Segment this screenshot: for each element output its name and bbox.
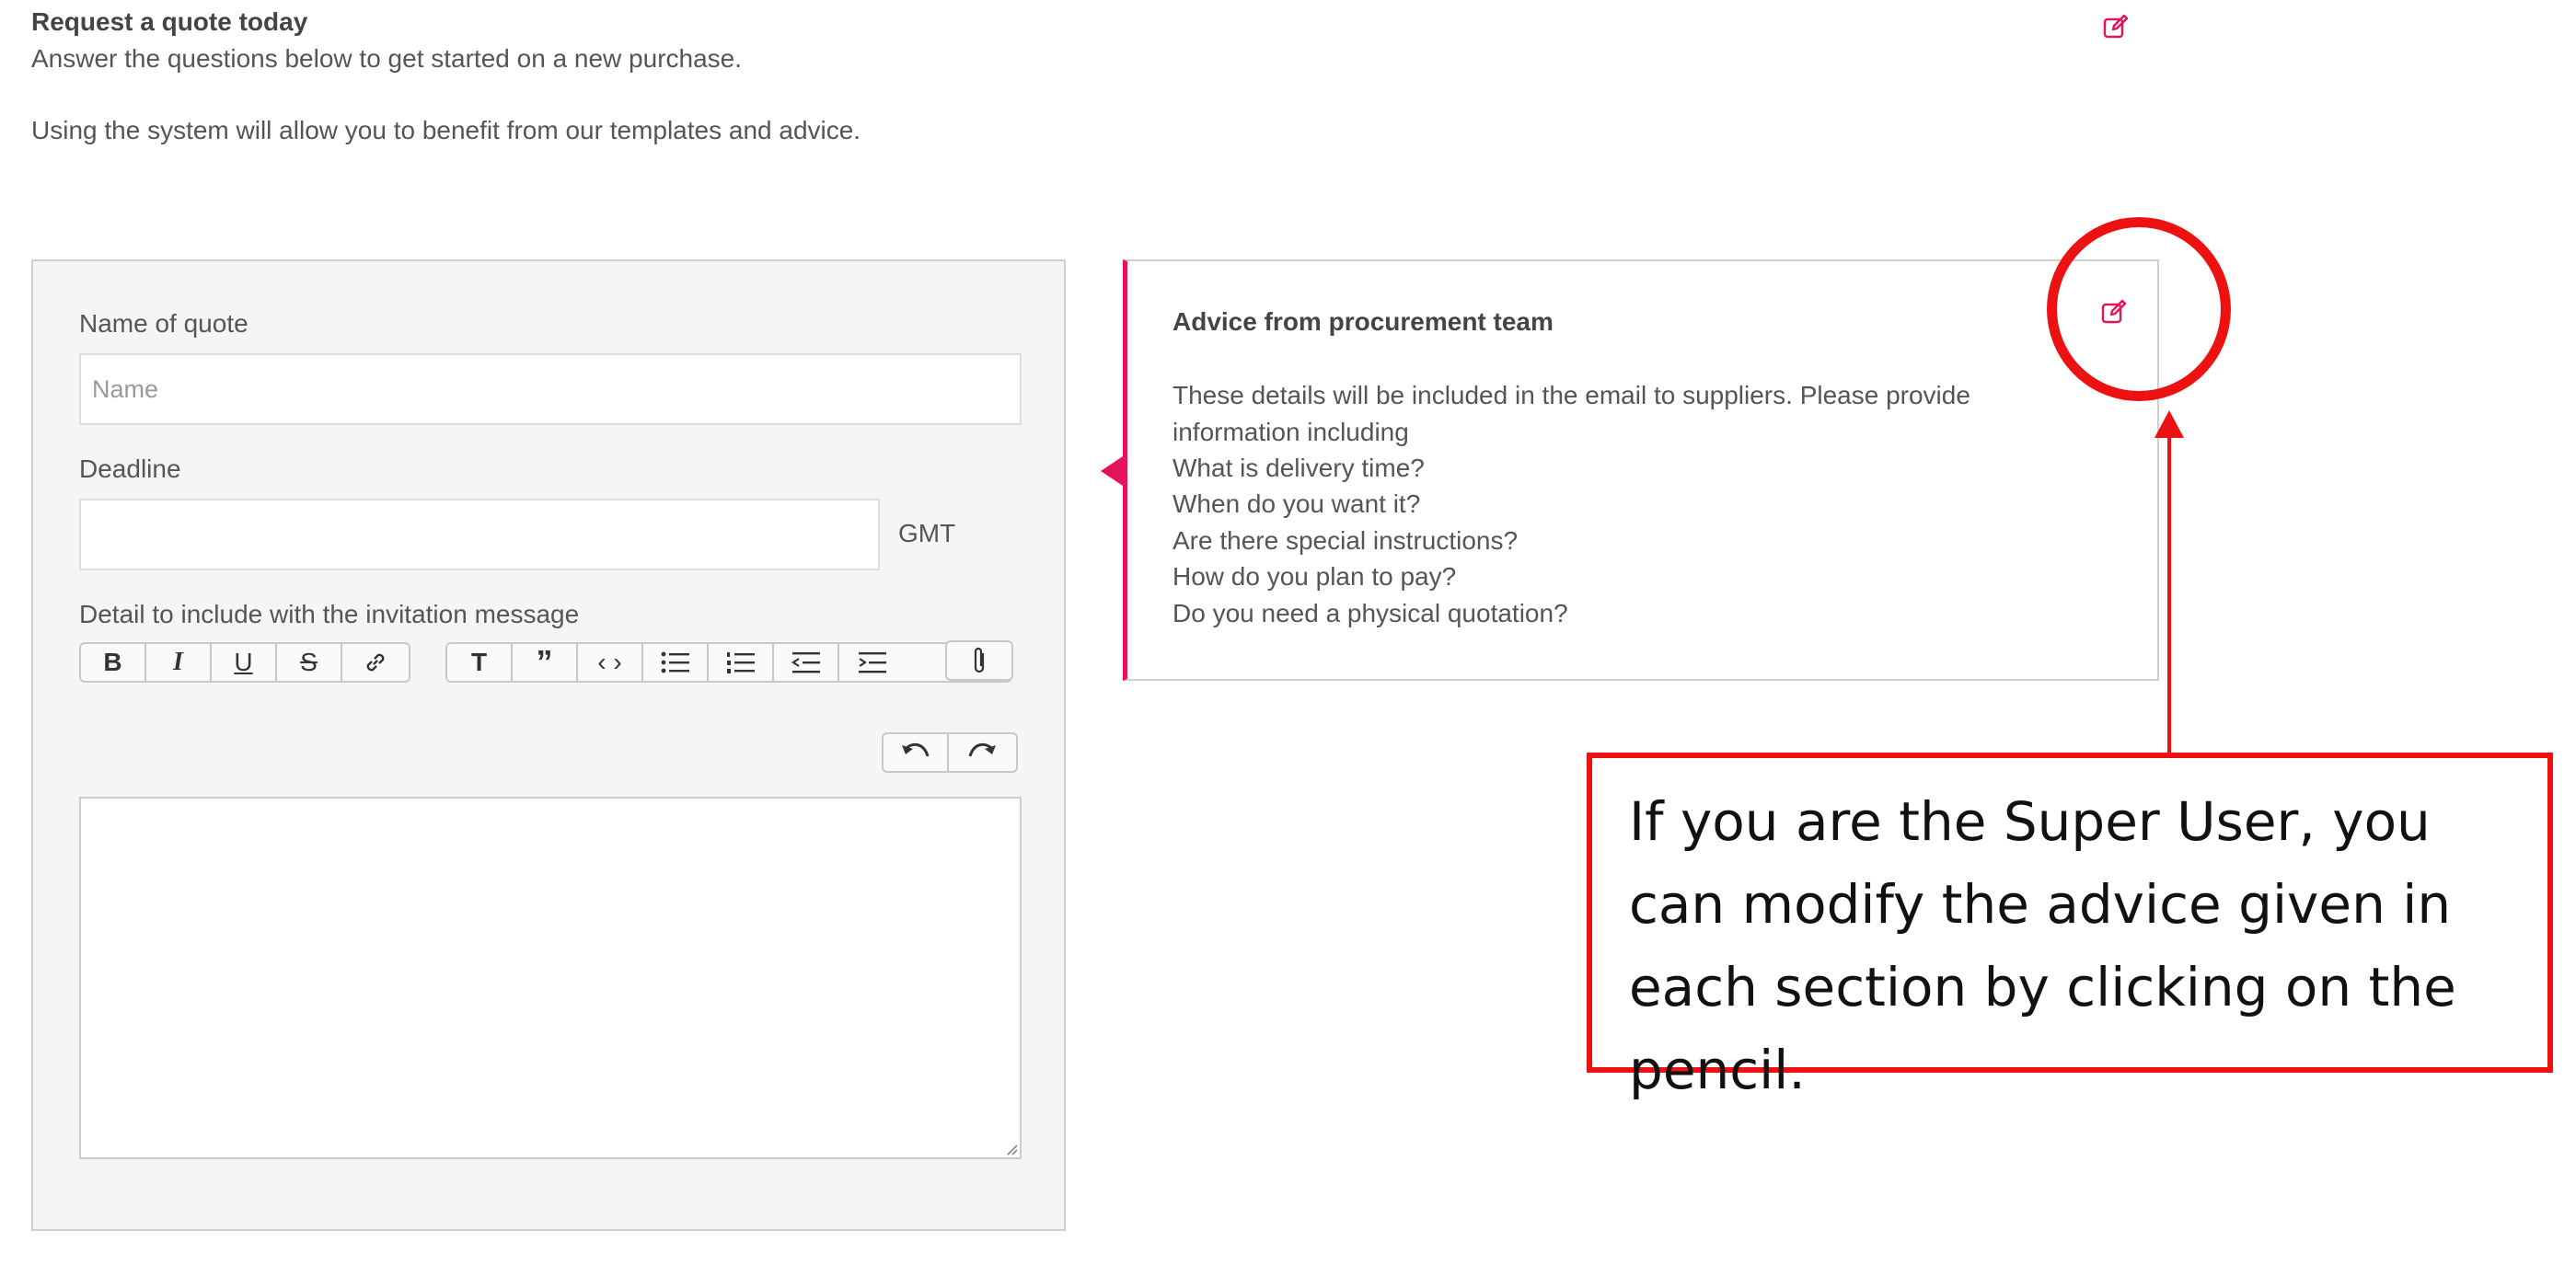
page-title: Request a quote today	[31, 7, 308, 36]
invitation-message-editor[interactable]	[79, 797, 1022, 1159]
advice-line: Are there special instructions?	[1172, 526, 1519, 555]
annotation-arrow-line	[2167, 432, 2171, 754]
italic-icon: I	[173, 648, 183, 676]
bold-icon: B	[103, 648, 122, 676]
name-label: Name of quote	[79, 309, 248, 338]
redo-button[interactable]	[949, 734, 1014, 771]
page-subtitle-secondary: Using the system will allow you to benef…	[31, 116, 861, 144]
quote-icon: ”	[536, 643, 553, 681]
redo-icon	[968, 742, 996, 757]
quote-button[interactable]: ”	[513, 644, 578, 681]
bullet-list-icon	[661, 651, 689, 673]
history-toolbar	[882, 732, 1018, 773]
heading-button[interactable]: T	[447, 644, 513, 681]
attach-toolbar	[945, 640, 1013, 681]
code-icon: ‹ ›	[597, 648, 622, 676]
italic-button[interactable]: I	[146, 644, 212, 681]
advice-line: What is delivery time?	[1172, 454, 1425, 482]
advice-title: Advice from procurement team	[1172, 307, 1554, 336]
outdent-button[interactable]	[774, 644, 839, 681]
bold-button[interactable]: B	[81, 644, 146, 681]
block-format-toolbar: T ” ‹ ›	[445, 642, 1012, 683]
paperclip-icon	[974, 647, 985, 673]
code-button[interactable]: ‹ ›	[578, 644, 643, 681]
edit-icon	[2103, 14, 2129, 39]
deadline-input[interactable]	[79, 499, 880, 570]
link-icon	[366, 653, 384, 672]
advice-line: When do you want it?	[1172, 489, 1421, 518]
deadline-label: Deadline	[79, 454, 181, 483]
advice-line: information including	[1172, 418, 1409, 446]
strikethrough-icon: S	[300, 648, 318, 676]
outdent-icon	[791, 652, 820, 673]
advice-line: These details will be included in the em…	[1172, 381, 1970, 409]
annotation-callout: If you are the Super User, you can modif…	[1587, 753, 2553, 1101]
page-subtitle: Answer the questions below to get starte…	[31, 44, 743, 73]
underline-button[interactable]: U	[212, 644, 277, 681]
name-placeholder: Name	[92, 374, 159, 403]
detail-label: Detail to include with the invitation me…	[79, 600, 580, 628]
undo-button[interactable]	[884, 734, 949, 771]
numbered-list-icon	[726, 652, 755, 673]
undo-icon	[901, 742, 929, 757]
resize-handle-icon[interactable]	[1003, 1141, 1018, 1156]
underline-icon: U	[234, 648, 253, 676]
name-input[interactable]: Name	[79, 353, 1022, 425]
advice-pointer	[1101, 456, 1123, 486]
indent-button[interactable]	[839, 644, 905, 681]
timezone-label: GMT	[898, 519, 956, 547]
strikethrough-button[interactable]: S	[277, 644, 342, 681]
text-format-toolbar: B I U S	[79, 642, 410, 683]
heading-icon: T	[470, 648, 488, 676]
annotation-text: If you are the Super User, you can modif…	[1629, 790, 2456, 1101]
indent-icon	[858, 652, 886, 673]
advice-line: How do you plan to pay?	[1172, 562, 1457, 591]
attach-button[interactable]	[947, 642, 1011, 679]
advice-line: Do you need a physical quotation?	[1172, 599, 1568, 627]
annotation-highlight-circle	[2047, 217, 2231, 401]
bullet-list-button[interactable]	[643, 644, 709, 681]
quote-form-panel: Name of quote Name Deadline GMT Detail t…	[31, 259, 1066, 1231]
numbered-list-button[interactable]	[709, 644, 774, 681]
link-button[interactable]	[342, 644, 408, 681]
header-edit-button[interactable]	[2102, 13, 2130, 45]
